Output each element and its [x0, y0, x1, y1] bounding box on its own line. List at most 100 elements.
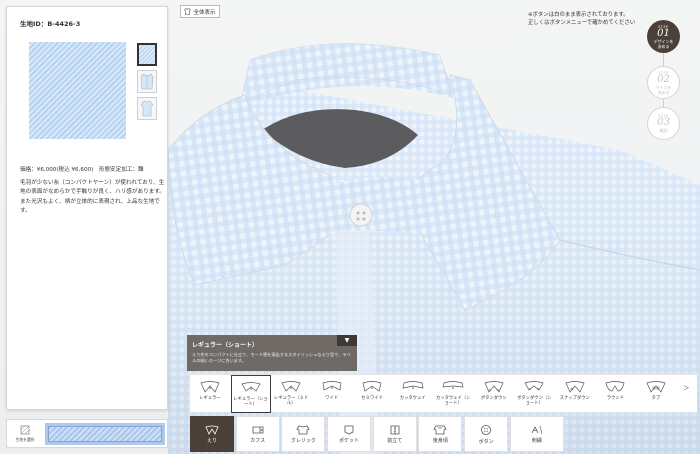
full-view-label: 全体表示 — [193, 9, 216, 16]
tooltip-toggle-button[interactable]: ▼ — [337, 335, 357, 346]
tab-cuffs[interactable]: カフス — [235, 416, 280, 452]
collar-option-regular-middle[interactable]: レギュラー（ミドル） — [271, 375, 311, 413]
step-number: 03 — [657, 117, 670, 128]
cleric-shirt-icon — [296, 425, 310, 434]
collar-option-cutaway-short[interactable]: カッタウェイ（ショート） — [433, 375, 473, 413]
collar-option-label: ラウンド — [606, 396, 624, 401]
collar-option-label: レギュラー — [199, 396, 221, 401]
tab-label: 刺繍 — [531, 437, 542, 444]
placket-icon — [390, 425, 400, 434]
collar-option-tab[interactable]: タブ — [636, 375, 676, 413]
fabric-select-button[interactable]: 生地を選択 — [10, 423, 40, 445]
collar-button-down-icon — [484, 381, 504, 393]
fabric-select-bar: 生地を選択 — [6, 419, 168, 448]
step-2-size[interactable]: STEP 02 サイズを 決める — [647, 66, 680, 99]
tab-label: 前立て — [387, 437, 403, 444]
notice-line-1: ※ボタンは白のまま表示されております。 — [528, 12, 629, 18]
strip-next-button[interactable]: ＞ — [676, 375, 696, 413]
current-fabric-strip[interactable] — [45, 423, 165, 445]
fabric-id: 生地ID：B-4426-3 — [20, 20, 81, 28]
shirt-back-icon — [433, 425, 448, 434]
shirt-icon — [184, 8, 192, 15]
collar-option-wide[interactable]: ワイド — [312, 375, 352, 413]
tab-button[interactable]: ボタン — [464, 416, 509, 452]
collar-option-semi-wide[interactable]: セミワイド — [352, 375, 392, 413]
tab-label: ポケット — [339, 437, 360, 444]
thumb-shirt-full[interactable] — [137, 97, 157, 120]
step-connector — [663, 99, 664, 107]
collar-description-tooltip: レギュラー（ショート） えり先をコンパクトに仕立て、モード感を演出するスタイリッ… — [187, 335, 357, 371]
shirt-full-icon — [140, 100, 154, 117]
collar-snap-down-icon — [565, 381, 585, 393]
collar-option-label: ボタンダウン — [480, 396, 507, 401]
step-number: 01 — [657, 27, 670, 39]
fabric-swatch — [29, 42, 126, 139]
collar-regular-icon — [200, 381, 220, 393]
tab-cleric[interactable]: クレリック — [281, 416, 326, 452]
pocket-icon — [344, 425, 354, 434]
tab-back-body[interactable]: 後身頃 — [418, 416, 463, 452]
cuff-icon — [252, 426, 264, 433]
collar-option-label: タブ — [651, 396, 661, 401]
collar-regular-short-icon — [241, 382, 261, 392]
design-category-tabs: えり カフス クレリック ポケット 前立て 後身頃 ボタン 刺繍 — [190, 416, 566, 452]
notice-line-2: 正しくはボタンメニューで確かめてください — [528, 20, 636, 26]
collar-option-button-down[interactable]: ボタンダウン — [474, 375, 514, 413]
collar-icon — [205, 425, 219, 435]
step-text: サイズを 決める — [655, 84, 672, 95]
shirt-front-icon — [140, 73, 154, 90]
collar-option-snap-down[interactable]: スナップダウン — [555, 375, 595, 413]
collar-option-label: セミワイド — [361, 396, 383, 401]
step-number: 02 — [657, 73, 670, 85]
collar-options-strip: レギュラー レギュラー（ショート） レギュラー（ミドル） ワイド セミワイド カ… — [190, 374, 697, 413]
step-text: デザインを 決める — [653, 38, 674, 49]
tab-placket[interactable]: 前立て — [372, 416, 417, 452]
collar-option-regular[interactable]: レギュラー — [190, 375, 230, 413]
collar-option-round[interactable]: ラウンド — [595, 375, 635, 413]
collar-semi-wide-icon — [362, 381, 382, 392]
collar-tab-icon — [646, 381, 666, 393]
collar-round-icon — [605, 381, 625, 392]
tooltip-title: レギュラー（ショート） — [192, 342, 259, 349]
step-3-confirm[interactable]: STEP 03 確認 — [647, 107, 680, 140]
chevron-down-icon: ▼ — [344, 337, 350, 344]
fabric-info-panel: 生地ID：B-4426-3 価格：¥6,000(税込 ¥6,600) 形態安定加… — [6, 6, 168, 410]
fabric-description: 毛羽が少ない糸（コンパクトヤーン）が使われており、生地の表面がなめらかで手触りが… — [20, 180, 165, 214]
thumb-shirt-front[interactable] — [137, 70, 157, 93]
collar-wide-icon — [322, 381, 342, 391]
step-connector — [663, 53, 664, 66]
thumb-fabric-closeup[interactable] — [137, 43, 157, 66]
step-1-design[interactable]: STEP 01 デザインを 決める — [647, 20, 680, 53]
price-info: 価格：¥6,000(税込 ¥6,600) 形態安定加工：難 — [20, 167, 144, 173]
chevron-right-icon: ＞ — [683, 385, 690, 392]
tab-embroidery[interactable]: 刺繍 — [509, 416, 564, 452]
collar-option-cutaway[interactable]: カッタウェイ — [393, 375, 433, 413]
collar-regular-middle-icon — [281, 381, 301, 392]
button-icon — [481, 424, 492, 435]
tab-collar[interactable]: えり — [190, 416, 234, 452]
collar-cutaway-icon — [402, 381, 424, 389]
collar-option-label: カッタウェイ（ショート） — [436, 396, 471, 406]
collar-cutaway-short-icon — [442, 381, 464, 389]
tab-label: えり — [206, 437, 217, 444]
fabric-swatch-icon — [20, 425, 30, 435]
collar-option-label: スナップダウン — [559, 396, 590, 401]
collar-option-regular-short[interactable]: レギュラー（ショート） — [230, 375, 271, 413]
collar-option-label: ワイド — [325, 396, 339, 401]
button-color-notice: ※ボタンは白のまま表示されております。 正しくはボタンメニューで確かめてください — [528, 11, 635, 27]
full-view-button[interactable]: 全体表示 — [180, 5, 220, 18]
step-text: 確認 — [659, 128, 668, 133]
tab-label: カフス — [250, 437, 266, 444]
collar-option-label: レギュラー（ミドル） — [273, 396, 309, 406]
fabric-strip-pattern — [48, 426, 162, 442]
collar-option-label: ボタンダウン（ショート） — [517, 396, 552, 406]
tab-label: クレリック — [290, 437, 316, 444]
collar-option-label: レギュラー（ショート） — [233, 397, 268, 407]
fabric-select-label: 生地を選択 — [15, 437, 35, 442]
tooltip-description: えり先をコンパクトに仕立て、モード感を演出するスタイリッシュなえり型で、ラペルの… — [192, 352, 351, 363]
collar-button-down-short-icon — [524, 381, 544, 391]
collar-option-button-down-short[interactable]: ボタンダウン（ショート） — [514, 375, 554, 413]
tab-pocket[interactable]: ポケット — [327, 416, 372, 452]
embroidery-icon — [531, 425, 543, 434]
tab-label: 後身頃 — [432, 437, 448, 444]
